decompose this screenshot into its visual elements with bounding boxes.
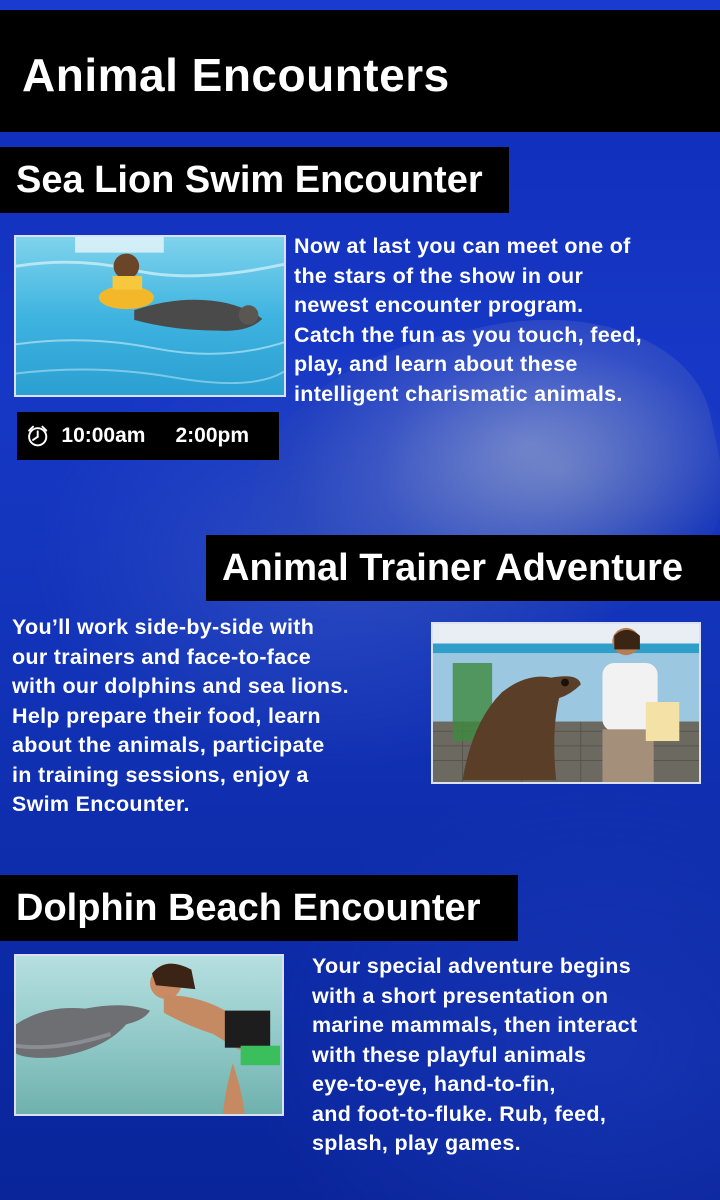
- top-band: [0, 0, 720, 10]
- description-line: intelligent charismatic animals.: [294, 381, 623, 406]
- section-title-text: Animal Trainer Adventure: [222, 546, 684, 589]
- description-line: with our dolphins and sea lions.: [12, 674, 349, 698]
- description-line: play, and learn about these: [294, 352, 578, 376]
- description-line: Swim Encounter.: [12, 792, 190, 816]
- description-line: You’ll work side-by-side with: [12, 615, 315, 639]
- description-line: marine mammals, then interact: [312, 1013, 638, 1037]
- page-header: Animal Encounters: [0, 10, 720, 132]
- section-title-sea-lion: Sea Lion Swim Encounter: [0, 147, 509, 213]
- description-line: with these playful animals: [312, 1042, 587, 1067]
- section-title-text: Sea Lion Swim Encounter: [16, 158, 483, 201]
- description-line: Catch the fun as you touch, feed,: [294, 322, 642, 347]
- description-line: in training sessions, enjoy a: [12, 762, 309, 787]
- description-line: with a short presentation on: [312, 983, 609, 1008]
- time-afternoon: 2:00pm: [175, 424, 249, 447]
- sea-lion-swim-photo: [14, 235, 286, 397]
- trainer-description: You’ll work side-by-side with our traine…: [12, 613, 432, 820]
- dolphin-beach-photo: [14, 954, 284, 1116]
- section-title-trainer: Animal Trainer Adventure: [206, 535, 720, 601]
- section-title-text: Dolphin Beach Encounter: [16, 886, 481, 929]
- description-line: about the animals, participate: [12, 733, 325, 757]
- page-title: Animal Encounters: [22, 49, 450, 101]
- clock-icon: [28, 425, 48, 447]
- time-morning: 10:00am: [61, 424, 146, 447]
- schedule-times: 10:00am 2:00pm: [17, 412, 279, 460]
- description-line: and foot-to-fluke. Rub, feed,: [312, 1101, 607, 1126]
- description-line: splash, play games.: [312, 1131, 521, 1155]
- description-line: eye-to-eye, hand-to-fin,: [312, 1072, 556, 1096]
- description-line: Now at last you can meet one of: [294, 234, 631, 258]
- trainer-adventure-photo: [431, 622, 701, 784]
- sea-lion-description: Now at last you can meet one of the star…: [294, 232, 714, 409]
- section-title-dolphin-beach: Dolphin Beach Encounter: [0, 875, 518, 941]
- description-line: Help prepare their food, learn: [12, 703, 321, 728]
- description-line: Your special adventure begins: [312, 954, 631, 978]
- description-line: our trainers and face-to-face: [12, 644, 312, 669]
- description-line: newest encounter program.: [294, 293, 584, 317]
- description-line: the stars of the show in our: [294, 263, 584, 288]
- dolphin-beach-description: Your special adventure begins with a sho…: [312, 952, 717, 1159]
